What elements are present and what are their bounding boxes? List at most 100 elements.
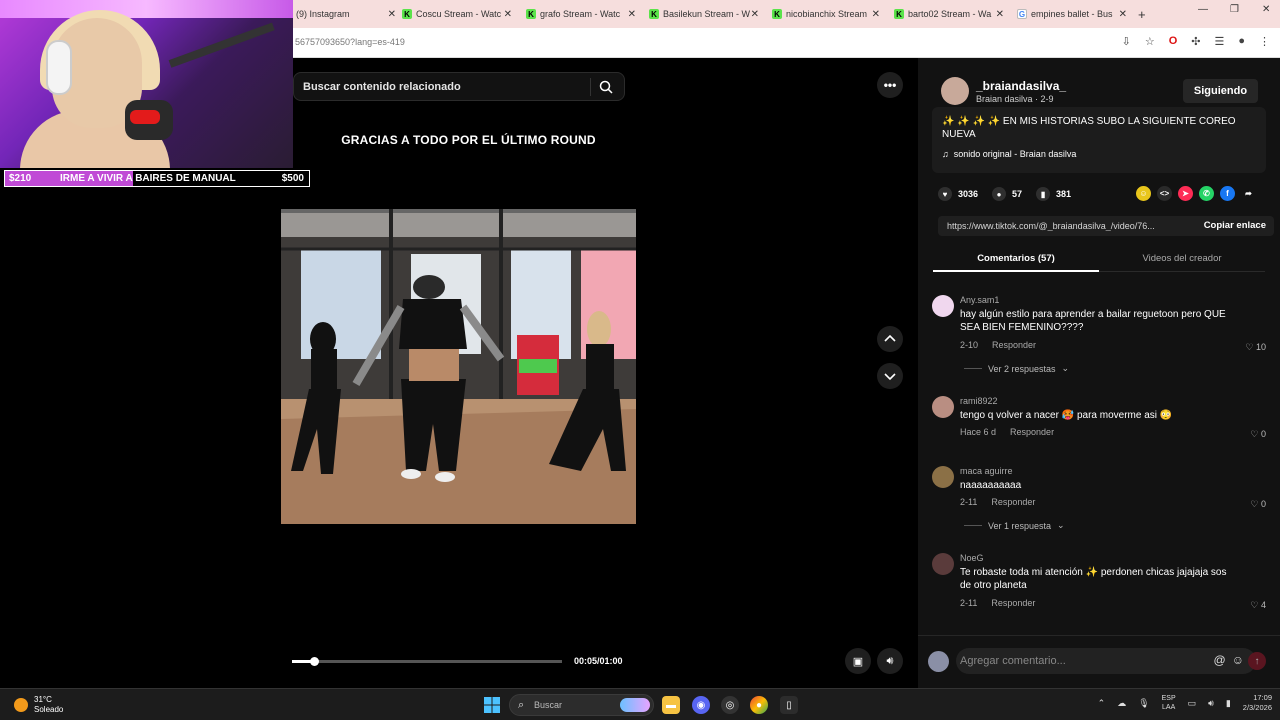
avatar[interactable] [932,553,954,575]
save-button[interactable]: ▮ 381 [1036,187,1071,201]
progress-handle[interactable] [310,657,320,666]
volume-icon[interactable]: 🔊︎ [877,648,903,674]
emoji-icon[interactable]: ☺ [1232,653,1244,667]
send-icon[interactable]: ➤ [1178,186,1193,201]
chevron-down-icon[interactable] [877,363,903,389]
bookmark-star-icon[interactable]: ☆ [1145,35,1155,48]
comment-user[interactable]: rami8922 [960,396,998,406]
sound-link[interactable]: ♫ sonido original - Braian dasilva [942,149,1076,159]
embed-icon[interactable]: <> [1157,186,1172,201]
comment-item: maca aguirre naaaaaaaaaa 2-11 Responder ♡… [932,466,1272,546]
tab-creator-videos[interactable]: Videos del creador [1099,253,1265,264]
close-icon[interactable]: ✕ [1119,9,1127,20]
language-indicator[interactable]: ESP LAA [1162,694,1176,712]
tab-google-search[interactable]: Gempines ballet - Bus ✕ [1017,4,1127,24]
sound-name: sonido original - Braian dasilva [953,149,1077,159]
tab-nicobianchix[interactable]: Knicobianchix Stream ✕ [772,4,880,24]
close-icon[interactable]: ✕ [996,9,1004,20]
reply-button[interactable]: Responder [991,497,1035,507]
taskbar-search[interactable]: ⌕ Buscar [509,694,654,716]
chrome-icon[interactable]: ● [750,696,768,714]
related-search-input[interactable]: Buscar contenido relacionado [293,72,625,101]
url-text[interactable]: 56757093650?lang=es-419 [295,37,405,47]
tab-coscu[interactable]: K Coscu Stream - Watc ✕ [402,4,512,24]
tab-grafo[interactable]: Kgrafo Stream - Watc ✕ [526,4,636,24]
mention-icon[interactable]: @ [1214,653,1226,667]
tab-instagram[interactable]: (9) Instagram ✕ [296,4,396,24]
creator-username[interactable]: _braiandasilva_ [976,79,1066,93]
close-icon[interactable]: ✕ [751,9,759,20]
reply-button[interactable]: Responder [991,598,1035,608]
goal-text: IRME A VIVIR A BAIRES DE MANUAL [60,173,236,184]
send-comment-button[interactable]: ↑ [1248,652,1266,670]
comment-user[interactable]: Any.sam1 [960,295,999,305]
file-explorer-icon[interactable]: ▬ [662,696,680,714]
like-button[interactable]: ♥ 3036 [938,187,978,201]
avatar[interactable] [932,396,954,418]
copy-link-button[interactable]: Copiar enlace [1204,220,1266,231]
mic-icon[interactable]: 🎙︎ [1138,698,1149,709]
discord-icon[interactable]: ◉ [692,696,710,714]
reply-button[interactable]: Responder [992,340,1036,350]
close-window-icon[interactable]: ✕ [1262,4,1270,15]
minimize-icon[interactable]: — [1198,4,1208,15]
comment-user[interactable]: NoeG [960,553,984,563]
goal-current: $210 [9,173,32,184]
comment-like[interactable]: ♡ 0 [1250,429,1266,440]
windows-start-icon[interactable] [484,697,500,713]
facebook-icon[interactable]: f [1220,186,1235,201]
goal-target: $500 [281,173,304,184]
floating-player-icon[interactable]: ▣ [845,648,871,674]
my-avatar[interactable] [928,651,949,672]
whatsapp-icon[interactable]: ✆ [1199,186,1214,201]
video-link[interactable]: https://www.tiktok.com/@_braiandasilva_/… [947,221,1172,231]
profile-avatar-icon[interactable]: ● [1238,35,1245,48]
new-tab-button[interactable]: + [1138,4,1150,24]
reply-button[interactable]: Responder [1010,427,1054,437]
close-icon[interactable]: ✕ [628,9,636,20]
menu-dots-icon[interactable]: ⋮ [1259,35,1270,48]
comment-like[interactable]: ♡ 4 [1250,600,1266,611]
comment-like[interactable]: ♡ 10 [1245,342,1266,353]
install-app-icon[interactable]: ⇩ [1122,35,1131,48]
view-replies-button[interactable]: Ver 2 respuestas ⌄ [964,363,1069,374]
video-progress-bar[interactable] [292,657,562,666]
close-icon[interactable]: ✕ [504,9,512,20]
tab-barto02[interactable]: Kbarto02 Stream - Wa ✕ [894,4,1004,24]
clock[interactable]: 17:09 2/3/2026 [1243,693,1272,713]
repost-icon[interactable]: ☺ [1136,186,1151,201]
close-icon[interactable]: ✕ [388,9,396,20]
opera-extension-icon[interactable]: O [1169,35,1178,48]
weather-widget[interactable]: 31°C Soleado [14,695,63,715]
avatar[interactable] [932,295,954,317]
following-button[interactable]: Siguiendo [1183,79,1258,103]
avatar[interactable] [932,466,954,488]
comment-button[interactable]: ● 57 [992,187,1022,201]
view-replies-button[interactable]: Ver 1 respuesta ⌄ [964,520,1065,531]
onedrive-icon[interactable]: ☁ [1117,698,1126,709]
obs-icon[interactable]: ◎ [721,696,739,714]
bookmark-icon: ▮ [1036,187,1051,201]
chevron-up-icon[interactable] [877,326,903,352]
comment-input[interactable]: Agregar comentario... @ ☺ [956,648,1256,674]
music-note-icon: ♫ [942,149,949,159]
chevron-up-icon[interactable]: ⌃ [1098,698,1106,709]
extensions-icon[interactable]: ✣ [1191,35,1200,48]
input-icons: @ ☺ [1214,653,1244,667]
reading-list-icon[interactable]: ☰ [1214,35,1224,48]
comment-like[interactable]: ♡ 0 [1250,499,1266,510]
network-icon[interactable]: ▭ [1188,698,1197,709]
share-arrow-icon[interactable]: ➦ [1241,186,1256,201]
restore-icon[interactable]: ❐ [1230,4,1239,15]
comment-user[interactable]: maca aguirre [960,466,1013,476]
tab-basilekun[interactable]: K Basilekun Stream - W ✕ [649,4,759,24]
volume-icon[interactable]: 🔊︎ [1208,698,1214,709]
search-icon[interactable] [598,79,614,95]
tab-comments[interactable]: Comentarios (57) [933,253,1099,264]
more-options-icon[interactable]: ••• [877,72,903,98]
battery-icon[interactable]: ▮ [1226,698,1231,709]
creator-avatar[interactable] [941,77,969,105]
video-player[interactable] [281,209,636,524]
app-icon[interactable]: ▯ [780,696,798,714]
close-icon[interactable]: ✕ [872,9,880,20]
